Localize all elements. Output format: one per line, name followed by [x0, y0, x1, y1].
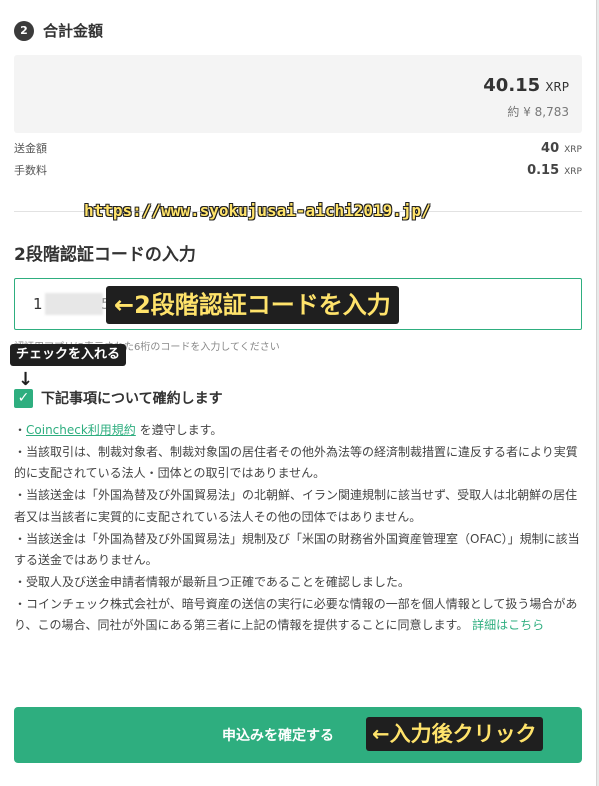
section-title: 合計金額 — [43, 22, 104, 40]
annotation-click: ←入力後クリック — [366, 717, 543, 751]
fee-value: 0.15 — [527, 163, 560, 178]
details-link[interactable]: 詳細はこちら — [472, 618, 544, 632]
terms-list: ・Coincheck利用規約 を遵守します。 ・当該取引は、制裁対象者、制裁対象… — [14, 420, 582, 637]
terms-item: ・当該送金は「外国為替及び外国貿易法」の北朝鮮、イラン関連規制に該当せず、受取人… — [14, 488, 578, 524]
confirm-button-label: 申込みを確定する — [222, 728, 334, 744]
terms-item: ・当該取引は、制裁対象者、制裁対象国の居住者その他外為法等の経済制裁措置に違反す… — [14, 444, 578, 481]
two-factor-title: 2段階認証コードの入力 — [14, 245, 196, 265]
annotation-enter-code-text: 2段階認証コードを入力 — [134, 291, 391, 319]
agree-label: 下記事項について確約します — [41, 391, 223, 407]
send-confirm-panel: 2 合計金額 40.15 XRP 約 ¥ 8,783 送金額 40 XRP 手数… — [0, 0, 597, 786]
send-amount-row: 送金額 40 XRP — [14, 140, 582, 158]
total-jpy-equivalent: 約 ¥ 8,783 — [507, 105, 569, 119]
terms-item-text: を遵守します。 — [135, 423, 223, 437]
send-amount-unit: XRP — [564, 145, 582, 155]
send-amount-label: 送金額 — [14, 142, 47, 155]
total-amount-value: 40.15 — [483, 75, 541, 96]
terms-item: ・受取人及び送金申請者情報が最新且つ正確であることを確認しました。 — [14, 574, 410, 589]
annotation-check: チェックを入れる — [10, 344, 127, 366]
code-input-redacted — [45, 293, 103, 315]
agree-row[interactable]: ✓ 下記事項について確約します — [14, 388, 223, 408]
annotation-arrow-left: ← — [372, 722, 390, 746]
fee-unit: XRP — [564, 167, 582, 177]
total-amount-unit: XRP — [545, 80, 569, 94]
terms-of-use-link[interactable]: Coincheck利用規約 — [26, 423, 136, 437]
terms-bullet: ・ — [14, 423, 27, 437]
annotation-arrow-down: ↓ — [18, 369, 34, 390]
code-input-first-digit: 1 — [33, 295, 43, 313]
agree-checkbox[interactable]: ✓ — [14, 388, 33, 408]
send-amount-value: 40 — [541, 141, 560, 156]
annotation-click-text: 入力後クリック — [389, 722, 537, 746]
step-number-badge: 2 — [14, 20, 34, 41]
total-summary-box: 40.15 XRP 約 ¥ 8,783 — [14, 55, 582, 133]
terms-item: ・当該送金は「外国為替及び外国貿易法」規制及び「米国の財務省外国資産管理室（OF… — [14, 531, 580, 568]
annotation-enter-code: ←2段階認証コードを入力 — [106, 286, 399, 324]
checkmark-icon: ✓ — [17, 390, 30, 406]
fee-label: 手数料 — [14, 164, 47, 177]
total-amount: 40.15 XRP — [483, 75, 569, 96]
annotation-arrow-left: ← — [114, 291, 135, 319]
fee-row: 手数料 0.15 XRP — [14, 162, 582, 180]
watermark-url: https://www.syokujusai-aichi2019.jp/ — [84, 201, 431, 220]
terms-item: ・コインチェック株式会社が、暗号資産の送信の実行に必要な情報の一部を個人情報とし… — [14, 594, 582, 637]
terms-item: ・Coincheck利用規約 を遵守します。 — [14, 420, 582, 442]
total-section-header: 2 合計金額 — [14, 20, 103, 41]
